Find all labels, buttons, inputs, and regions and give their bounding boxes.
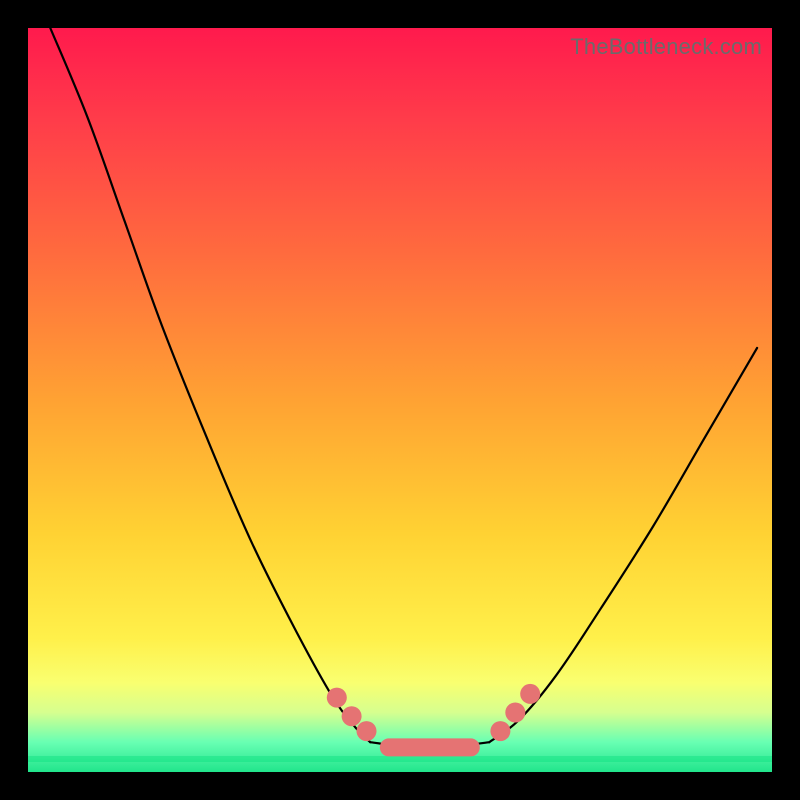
marker-dot [342,706,362,726]
marker-dot [327,688,347,708]
plot-area: TheBottleneck.com [28,28,772,772]
marker-capsule [380,738,480,756]
chart-frame: TheBottleneck.com [0,0,800,800]
marker-dot [490,721,510,741]
marker-dot [505,703,525,723]
curve-svg [28,28,772,772]
marker-dot [357,721,377,741]
curve-right-branch [489,348,757,742]
marker-dot [520,684,540,704]
curve-left-branch [50,28,370,742]
curve-markers [327,684,540,757]
